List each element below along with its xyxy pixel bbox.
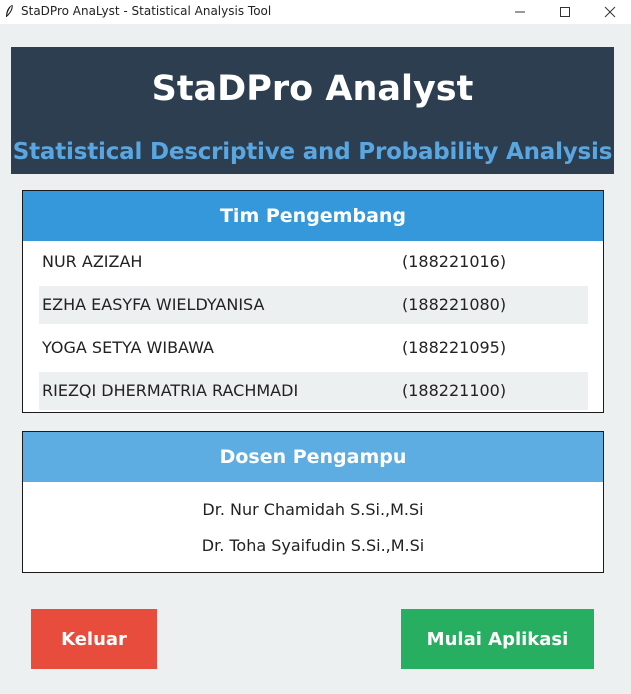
app-title: StaDPro Analyst [151, 69, 474, 109]
minimize-icon [515, 11, 525, 13]
dosen-heading: Dosen Pengampu [23, 432, 603, 482]
member-id: (188221080) [402, 295, 507, 314]
dosen-name: Dr. Nur Chamidah S.Si.,M.Si [202, 500, 424, 519]
member-name: NUR AZIZAH [42, 252, 143, 271]
dosen-name: Dr. Toha Syaifudin S.Si.,M.Si [201, 536, 425, 555]
feather-icon [6, 4, 13, 17]
member-name: RIEZQI DHERMATRIA RACHMADI [42, 381, 299, 400]
team-panel: Tim Pengembang NUR AZIZAH (188221016) EZ… [22, 190, 604, 413]
member-id: (188221095) [402, 338, 507, 357]
dosen-panel: Dosen Pengampu Dr. Nur Chamidah S.Si.,M.… [22, 431, 604, 573]
member-name: YOGA SETYA WIBAWA [42, 338, 214, 357]
start-app-button[interactable]: Mulai Aplikasi [401, 609, 594, 669]
member-name: EZHA EASYFA WIELDYANISA [42, 295, 265, 314]
member-row: NUR AZIZAH (188221016) [39, 243, 588, 281]
app-subtitle: Statistical Descriptive and Probability … [12, 139, 613, 165]
team-heading: Tim Pengembang [23, 191, 603, 241]
member-row: EZHA EASYFA WIELDYANISA (188221080) [39, 286, 588, 324]
maximize-icon [560, 7, 570, 17]
exit-button[interactable]: Keluar [31, 609, 157, 669]
window-title: StaDPro AnaLyst - Statistical Analysis T… [21, 4, 272, 18]
member-id: (188221100) [402, 381, 507, 400]
member-row: RIEZQI DHERMATRIA RACHMADI (188221100) [39, 372, 588, 410]
member-row: YOGA SETYA WIBAWA (188221095) [39, 329, 588, 367]
maximize-button[interactable] [542, 0, 588, 24]
app-header: StaDPro Analyst Statistical Descriptive … [11, 47, 614, 174]
window-titlebar: StaDPro AnaLyst - Statistical Analysis T… [0, 0, 631, 24]
member-id: (188221016) [402, 252, 507, 271]
close-button[interactable] [587, 0, 631, 24]
minimize-button[interactable] [497, 0, 543, 24]
close-icon [604, 6, 616, 18]
